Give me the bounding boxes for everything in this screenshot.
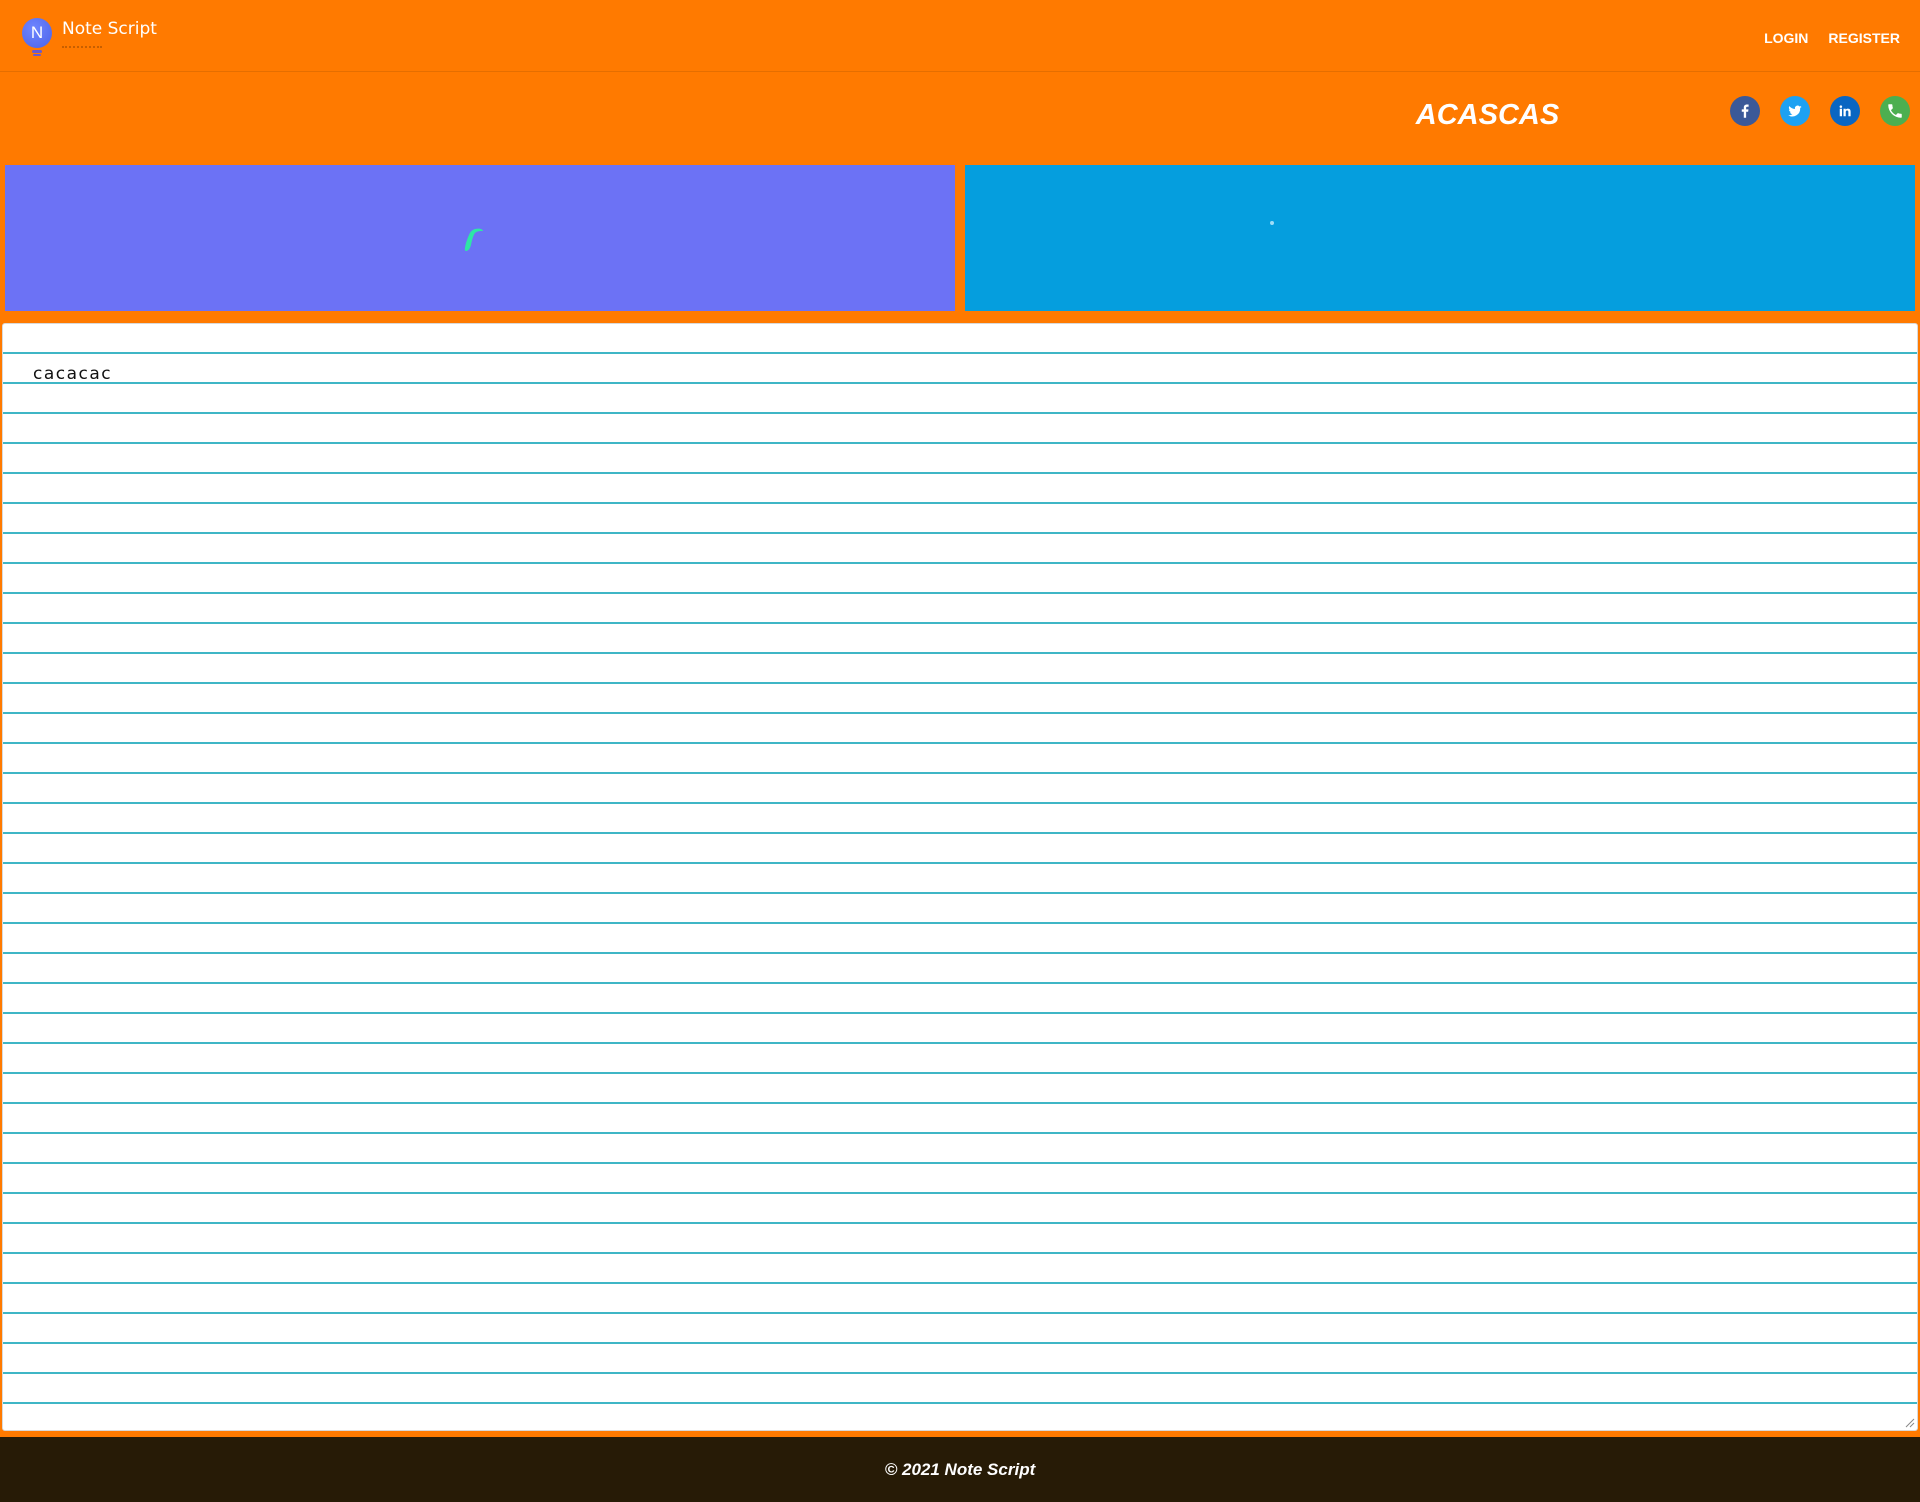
phone-icon[interactable] (1880, 96, 1910, 126)
register-link[interactable]: REGISTER (1828, 30, 1900, 46)
right-color-panel (965, 165, 1915, 311)
social-share-bar (1730, 96, 1910, 126)
facebook-icon[interactable] (1730, 96, 1760, 126)
twitter-icon[interactable] (1780, 96, 1810, 126)
linkedin-icon[interactable] (1830, 96, 1860, 126)
resize-handle-icon[interactable] (1905, 1418, 1915, 1428)
flamingo-shape-icon (464, 228, 483, 251)
nav-links: LOGIN REGISTER (1764, 30, 1900, 46)
lightbulb-logo-icon: N (20, 16, 52, 56)
lightbulb-base-lower (33, 54, 41, 56)
color-panels (5, 165, 1915, 311)
note-content: cacacac (33, 364, 113, 384)
note-textarea[interactable]: cacacac (2, 323, 1918, 1431)
brand-logo[interactable]: N Note Script (20, 16, 157, 56)
login-link[interactable]: LOGIN (1764, 30, 1808, 46)
lightbulb-base (32, 50, 42, 53)
left-color-panel (5, 165, 955, 311)
note-header: ACASCAS (0, 73, 1920, 163)
footer: © 2021 Note Script (0, 1437, 1920, 1502)
panel-dot (1270, 221, 1274, 225)
footer-copyright: © 2021 Note Script (884, 1459, 1036, 1479)
brand-tagline-dots (62, 46, 102, 48)
brand-letter: N (22, 18, 52, 48)
brand-name: Note Script (62, 19, 157, 39)
note-title: ACASCAS (1415, 99, 1560, 131)
top-navbar: N Note Script LOGIN REGISTER (0, 0, 1920, 72)
